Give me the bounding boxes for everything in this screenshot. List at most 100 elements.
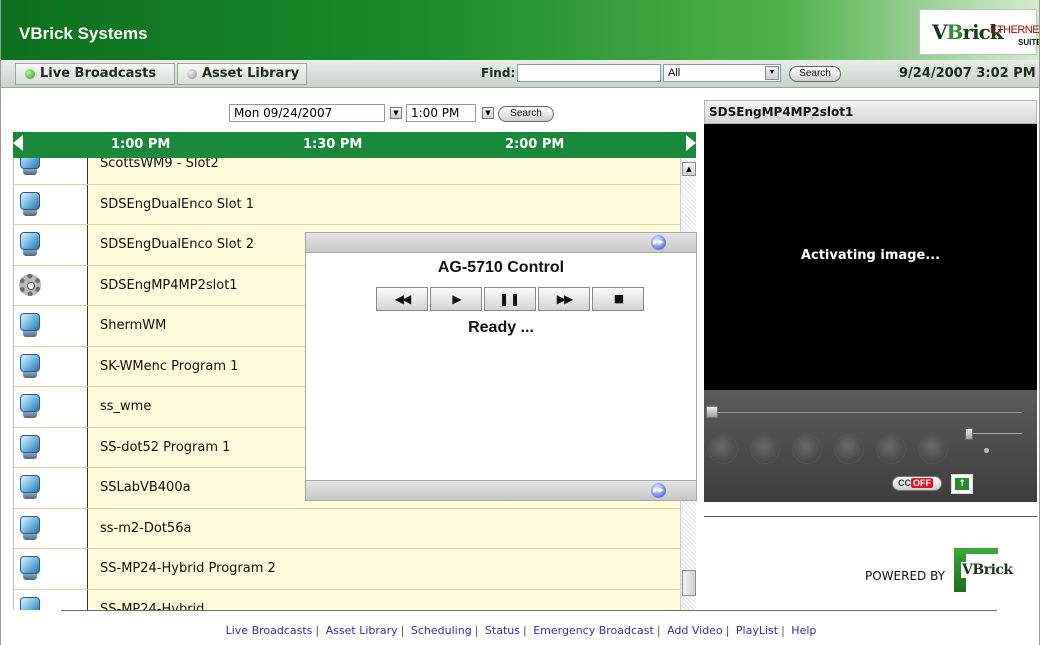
fast-forward-button[interactable]: ▶▶ [538, 287, 590, 311]
seek-handle[interactable] [706, 406, 718, 418]
tab-asset-library[interactable]: Asset Library [177, 63, 307, 85]
channel-row[interactable]: ScottsWM9 - Slot2 [14, 158, 680, 185]
volume-track[interactable] [968, 433, 1022, 434]
monitor-icon [20, 191, 40, 218]
player-mute-button[interactable] [918, 434, 948, 464]
time-slot-label: 1:30 PM [303, 137, 363, 152]
player-stop-button[interactable] [834, 434, 864, 464]
channel-icon-cell [14, 468, 88, 508]
footer-link-add-video[interactable]: Add Video [667, 624, 723, 637]
footer-link-emergency-broadcast[interactable]: Emergency Broadcast [533, 624, 654, 637]
footer-link-help[interactable]: Help [791, 624, 816, 637]
channel-icon-cell [14, 158, 88, 184]
logo-frame-top [954, 548, 998, 554]
player-title-bar: SDSEngMP4MP2slot1 [704, 100, 1037, 124]
previous-time-arrow-icon[interactable] [13, 135, 23, 151]
monitor-icon [20, 556, 40, 582]
gear-icon [19, 273, 41, 296]
find-input[interactable] [517, 64, 661, 82]
popup-status: Ready ... [468, 319, 534, 336]
player-play-button[interactable] [750, 434, 780, 464]
player-rewind-button[interactable] [708, 434, 738, 464]
footer-separator: | [315, 624, 320, 637]
date-field[interactable]: Mon 09/24/2007 [229, 104, 385, 122]
small-logo-wordmark: VBrick [961, 562, 1014, 578]
play-button[interactable]: ▶ [430, 287, 482, 311]
channel-name: ss_wme [100, 399, 152, 414]
app-window: VBrick Systems VBrick ETHERNETV SUITE Li… [0, 0, 1040, 645]
channel-row[interactable]: ss-m2-Dot56a [14, 508, 680, 549]
footer-link-status[interactable]: Status [485, 624, 520, 637]
date-picker-icon[interactable]: ▼ [390, 107, 402, 119]
monitor-icon [20, 232, 40, 258]
powered-by-label: POWERED BY [865, 569, 946, 583]
expand-icon[interactable]: ▶▶ [651, 483, 666, 498]
time-picker-icon[interactable]: ▼ [482, 107, 494, 119]
channel-icon-cell [14, 549, 88, 589]
monitor-icon [20, 394, 40, 420]
channel-icon-cell [14, 225, 88, 265]
next-time-arrow-icon[interactable] [686, 135, 696, 151]
popup-title-bar: ▶▶ [306, 233, 696, 253]
cc-label: CC [898, 478, 911, 488]
footer-separator: | [474, 624, 479, 637]
channel-icon-cell [14, 508, 88, 548]
pause-icon: ❚❚ [498, 292, 522, 306]
footer-separator: | [725, 624, 730, 637]
popout-button[interactable]: ↑ [951, 474, 973, 494]
popup-footer-bar: ▶▶ [306, 480, 696, 500]
footer-divider [61, 610, 997, 611]
scope-select[interactable]: All ▼ [663, 64, 781, 82]
footer-link-scheduling[interactable]: Scheduling [411, 624, 472, 637]
time-slot-label: 1:00 PM [111, 137, 171, 152]
channel-name-cell: SS-MP24-Hybrid [88, 589, 680, 611]
channel-row[interactable]: SS-MP24-Hybrid Program 2 [14, 549, 680, 590]
footer-link-asset-library[interactable]: Asset Library [326, 624, 398, 637]
monitor-icon [20, 158, 40, 177]
channel-name: SSLabVB400a [100, 480, 191, 495]
channel-name-cell: SDSEngDualEnco Slot 1 [88, 184, 680, 224]
volume-handle[interactable] [965, 428, 973, 440]
app-title: VBrick Systems [19, 24, 148, 43]
player-controls: CC OFF ↑ [704, 390, 1037, 502]
chevron-down-icon[interactable]: ▼ [765, 66, 779, 80]
pause-button[interactable]: ❚❚ [484, 287, 536, 311]
channel-row[interactable]: SS-MP24-Hybrid [14, 589, 680, 611]
channel-icon-cell [14, 589, 88, 610]
player-pause-button[interactable] [792, 434, 822, 464]
channel-name: SS-MP24-Hybrid [100, 601, 205, 611]
popup-title: AG-5710 Control [437, 259, 565, 276]
stop-button[interactable]: ■ [592, 287, 644, 311]
channel-icon-cell [14, 427, 88, 467]
seek-track[interactable] [708, 412, 1022, 413]
channel-row[interactable]: SDSEngDualEnco Slot 1 [14, 184, 680, 225]
channel-name: ScottsWM9 - Slot2 [100, 158, 219, 171]
volume-indicator-icon [984, 448, 989, 453]
monitor-icon [20, 313, 40, 339]
tab-live-broadcasts[interactable]: Live Broadcasts [15, 63, 175, 85]
channel-name: SK-WMenc Program 1 [100, 358, 239, 374]
channel-icon-cell [14, 306, 88, 346]
channel-name-cell: SS-MP24-Hybrid Program 2 [88, 549, 680, 589]
find-search-button[interactable]: Search [789, 66, 841, 82]
rewind-button[interactable]: ◀◀ [376, 287, 428, 311]
logo-ethernetv: ETHERNETV [990, 24, 1040, 36]
player-title: SDSEngMP4MP2slot1 [709, 105, 854, 119]
player-forward-button[interactable] [876, 434, 906, 464]
scrollbar-thumb[interactable] [682, 570, 696, 596]
scroll-up-icon[interactable]: ▲ [682, 162, 696, 176]
guide-search-button[interactable]: Search [498, 106, 554, 122]
channel-name: SS-MP24-Hybrid Program 2 [100, 561, 276, 576]
scope-selected-value: All [668, 67, 681, 79]
monitor-icon [20, 434, 40, 461]
monitor-icon [20, 475, 40, 501]
channel-icon-cell [14, 184, 88, 224]
expand-icon[interactable]: ▶▶ [651, 235, 666, 250]
footer-separator: | [656, 624, 661, 637]
closed-caption-toggle[interactable]: CC OFF [892, 476, 942, 491]
time-field[interactable]: 1:00 PM [406, 104, 476, 122]
current-datetime: 9/24/2007 3:02 PM [899, 66, 1036, 81]
video-area[interactable]: Activating image... [704, 124, 1037, 390]
footer-link-playlist[interactable]: PlayList [736, 624, 778, 637]
footer-link-live-broadcasts[interactable]: Live Broadcasts [226, 624, 313, 637]
